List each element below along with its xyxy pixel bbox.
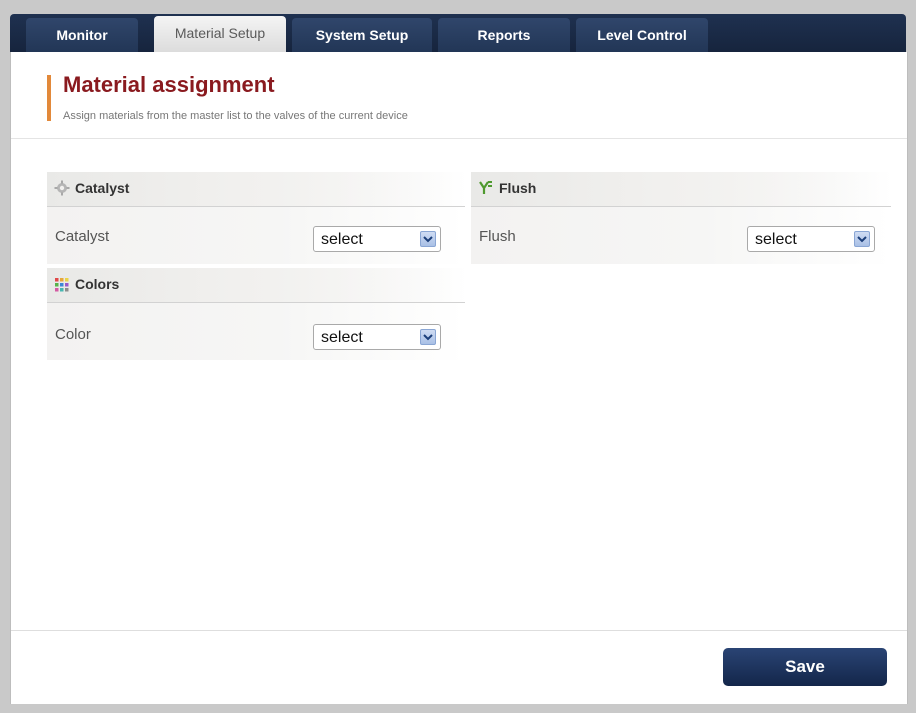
tab-monitor[interactable]: Monitor [26, 18, 138, 52]
tab-material-setup[interactable]: Material Setup [154, 16, 286, 52]
content-panel: Material assignment Assign materials fro… [10, 52, 908, 704]
valve-icon [479, 181, 492, 194]
flush-select-value: select [755, 231, 797, 248]
flush-select[interactable]: select [747, 226, 875, 252]
catalyst-select-value: select [321, 231, 363, 248]
page-title: Material assignment [63, 72, 275, 97]
flush-section: Flush Flush select [471, 172, 891, 264]
flush-field-label: Flush [479, 228, 516, 245]
color-select-value: select [321, 329, 363, 346]
catalyst-field-label: Catalyst [55, 228, 110, 245]
footer-divider [11, 630, 907, 631]
tab-level-control[interactable]: Level Control [576, 18, 708, 52]
tab-bar: Monitor Material Setup System Setup Repo… [10, 14, 906, 52]
tab-system-setup[interactable]: System Setup [292, 18, 432, 52]
chevron-down-icon[interactable] [420, 231, 436, 247]
page-subtitle: Assign materials from the master list to… [63, 110, 408, 122]
title-accent-bar [47, 75, 51, 121]
catalyst-select[interactable]: select [313, 226, 441, 252]
catalyst-section-title: Catalyst [75, 180, 130, 196]
colors-section: Colors Color select [47, 268, 465, 360]
catalyst-section-header: Catalyst [47, 172, 465, 207]
colors-section-header: Colors [47, 268, 465, 303]
app-frame: Monitor Material Setup System Setup Repo… [0, 0, 916, 713]
header-divider [11, 138, 907, 139]
color-field-label: Color [55, 326, 91, 343]
catalyst-section: Catalyst Catalyst select [47, 172, 465, 264]
tab-reports[interactable]: Reports [438, 18, 570, 52]
flush-section-header: Flush [471, 172, 891, 207]
color-select[interactable]: select [313, 324, 441, 350]
save-button[interactable]: Save [723, 648, 887, 686]
gear-icon [54, 180, 70, 196]
flush-section-title: Flush [499, 180, 537, 196]
chevron-down-icon[interactable] [854, 231, 870, 247]
chevron-down-icon[interactable] [420, 329, 436, 345]
colors-section-title: Colors [75, 276, 120, 292]
color-grid-icon [55, 278, 69, 292]
